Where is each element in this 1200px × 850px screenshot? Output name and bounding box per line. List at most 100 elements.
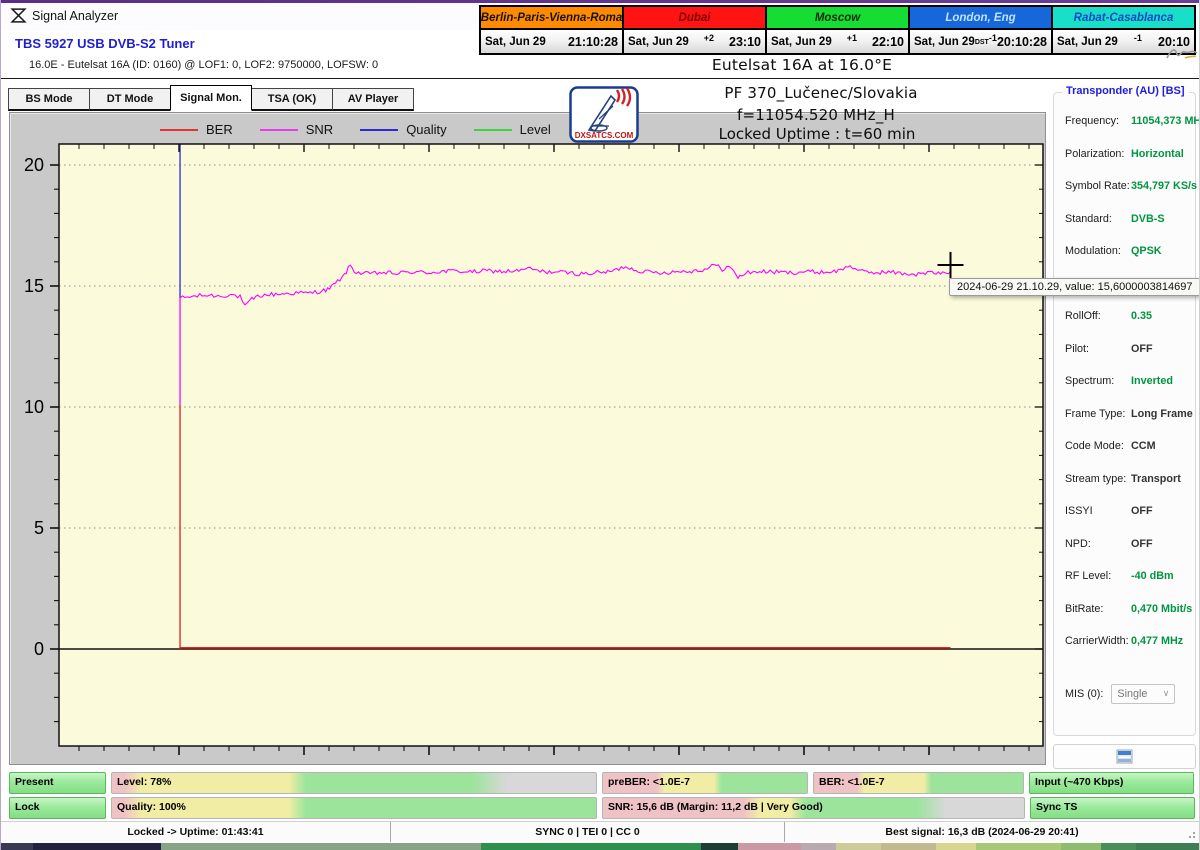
- transponder-panel: Transponder (AU) [BS] Frequency:11054,37…: [1053, 92, 1196, 736]
- field-label: Code Mode:: [1065, 440, 1131, 473]
- background-window-fragment: [1061, 843, 1101, 850]
- transponder-save-button[interactable]: [1053, 744, 1196, 769]
- transponder-row-frametype: Frame Type:Long Frame: [1065, 408, 1191, 441]
- tab-bs-mode[interactable]: BS Mode: [8, 88, 90, 111]
- mis-row: MIS (0): Single∨: [1065, 684, 1191, 704]
- transponder-row-rflevel: RF Level:-40 dBm: [1065, 570, 1191, 603]
- transponder-row-codemode: Code Mode:CCM: [1065, 440, 1191, 473]
- transponder-row-modulation: Modulation:QPSK: [1065, 245, 1191, 278]
- status-gauge-quality: Quality: 100%: [111, 797, 597, 819]
- clock-date: Sat, Jun 29: [624, 36, 689, 48]
- field-label: Pilot:: [1065, 343, 1131, 376]
- transponder-row-symbolrate: Symbol Rate:354,797 KS/s: [1065, 180, 1191, 213]
- field-value: OFF: [1131, 505, 1153, 538]
- transponder-row-standard: Standard:DVB-S: [1065, 213, 1191, 246]
- statusbar-uptime: Locked -> Uptime: 01:43:41: [1, 822, 391, 842]
- status-gauge-ber: BER: <1.0E-7: [813, 772, 1024, 794]
- legend-label: Level: [520, 122, 551, 137]
- tuner-name: TBS 5927 USB DVB-S2 Tuner: [15, 36, 195, 51]
- background-window-fragment: [1, 843, 33, 850]
- legend-swatch: [160, 129, 198, 131]
- transponder-row-carrierwidth: CarrierWidth:0,477 MHz: [1065, 635, 1191, 668]
- field-label: Symbol Rate:: [1065, 180, 1131, 213]
- field-label: Spectrum:: [1065, 375, 1131, 408]
- resize-grip[interactable]: [1179, 822, 1199, 842]
- field-label: Stream type:: [1065, 473, 1131, 506]
- svg-text:0: 0: [34, 639, 44, 659]
- frequency-label: f=11054.520 MHz_H: [737, 106, 895, 124]
- clock-time: Sat, Jun 29+122:10: [767, 28, 908, 53]
- svg-text:10: 10: [24, 397, 44, 417]
- status-button-lock[interactable]: Lock: [9, 797, 106, 819]
- signal-chart[interactable]: 0 5 10 15 20: [10, 113, 1047, 766]
- status-gauge-preber: preBER: <1.0E-7: [602, 772, 808, 794]
- tuner-detail: 16.0E - Eutelsat 16A (ID: 0160) @ LOF1: …: [29, 59, 378, 71]
- window-title: Signal Analyzer: [32, 9, 118, 23]
- tab-signal-mon-[interactable]: Signal Mon.: [170, 85, 252, 111]
- clock-city-label: Dubai: [624, 7, 765, 28]
- clock-time: Sat, Jun 29DST-120:10:28: [910, 28, 1051, 53]
- clock-date: Sat, Jun 29: [767, 36, 832, 48]
- field-label: Modulation:: [1065, 245, 1131, 278]
- field-value: 0,470 Mbit/s: [1131, 603, 1192, 636]
- legend-item-quality: Quality: [360, 122, 446, 137]
- tab-dt-mode[interactable]: DT Mode: [89, 88, 171, 111]
- locked-uptime-label: Locked Uptime : t=60 min: [719, 125, 916, 143]
- mis-label: MIS (0):: [1065, 688, 1103, 700]
- field-value: CCM: [1131, 440, 1156, 473]
- field-label: Polarization:: [1065, 148, 1131, 181]
- legend-swatch: [474, 129, 512, 131]
- tooltip-text: 2024-06-29 21.10.29, value: 15,600000381…: [957, 281, 1193, 293]
- field-label: Standard:: [1065, 213, 1131, 246]
- stacked-disk-icon: [1116, 749, 1133, 764]
- transponder-row-issyi: ISSYIOFF: [1065, 505, 1191, 538]
- site-label: PF 370_Lučenec/Slovakia: [724, 84, 917, 102]
- satellite-title: Eutelsat 16A at 16.0°E: [712, 56, 892, 74]
- mode-tabs: BS ModeDT ModeSignal Mon.TSA (OK)AV Play…: [9, 88, 414, 111]
- clock-date: Sat, Jun 29: [481, 36, 546, 48]
- field-label: RollOff:: [1065, 310, 1131, 343]
- field-label: ISSYI: [1065, 505, 1131, 538]
- field-label: Frame Type:: [1065, 408, 1131, 441]
- header-divider: [1, 78, 1200, 79]
- clock-berlin-paris-vienna-roma: Berlin-Paris-Vienna-RomaSat, Jun 2921:10…: [479, 5, 624, 55]
- field-value: Inverted: [1131, 375, 1173, 408]
- clock-hhmm: 20:10:28: [997, 35, 1051, 49]
- clock-hhmm: 23:10: [729, 35, 765, 49]
- status-button-present[interactable]: Present: [9, 772, 106, 794]
- transponder-rows: Frequency:11054,373 MHzPolarization:Hori…: [1065, 115, 1191, 704]
- clock-hhmm: 22:10: [872, 35, 908, 49]
- clock-utc-offset: +1: [832, 33, 872, 43]
- field-value: Long Frame: [1131, 408, 1193, 441]
- tab-av-player[interactable]: AV Player: [332, 88, 414, 111]
- chart-tooltip: 2024-06-29 21.10.29, value: 15,600000381…: [949, 278, 1200, 296]
- status-gauge-level: Level: 78%: [111, 772, 597, 794]
- legend-swatch: [260, 129, 298, 131]
- background-window-fragment: [481, 843, 701, 850]
- clock-city-label: Rabat-Casablanca: [1053, 7, 1194, 28]
- field-value: Transport: [1131, 473, 1181, 506]
- background-window-fragment: [881, 843, 936, 850]
- background-window-fragment: [801, 843, 836, 850]
- field-value: 0,477 MHz: [1131, 635, 1183, 668]
- clock-hhmm: 21:10:28: [568, 35, 622, 49]
- transponder-row-frequency: Frequency:11054,373 MHz: [1065, 115, 1191, 148]
- legend-swatch: [360, 129, 398, 131]
- status-button-input-kbps-[interactable]: Input (~470 Kbps): [1029, 772, 1194, 794]
- status-button-sync-ts[interactable]: Sync TS: [1030, 797, 1195, 819]
- transponder-row-npd: NPD:OFF: [1065, 538, 1191, 571]
- field-value: DVB-S: [1131, 213, 1165, 246]
- clock-utc-offset: +2: [689, 33, 729, 43]
- svg-text:5: 5: [34, 518, 44, 538]
- tab-tsa-ok-[interactable]: TSA (OK): [251, 88, 333, 111]
- background-window-fragment: [161, 843, 481, 850]
- background-window-fragment: [836, 843, 881, 850]
- mis-dropdown[interactable]: Single∨: [1111, 684, 1175, 704]
- svg-text:20: 20: [24, 155, 44, 175]
- legend-item-level: Level: [474, 122, 551, 137]
- legend-label: BER: [206, 122, 233, 137]
- clock-moscow: MoscowSat, Jun 29+122:10: [765, 5, 910, 55]
- transponder-panel-title: Transponder (AU) [BS]: [1062, 85, 1189, 97]
- svg-text:15: 15: [24, 276, 44, 296]
- field-value: QPSK: [1131, 245, 1162, 278]
